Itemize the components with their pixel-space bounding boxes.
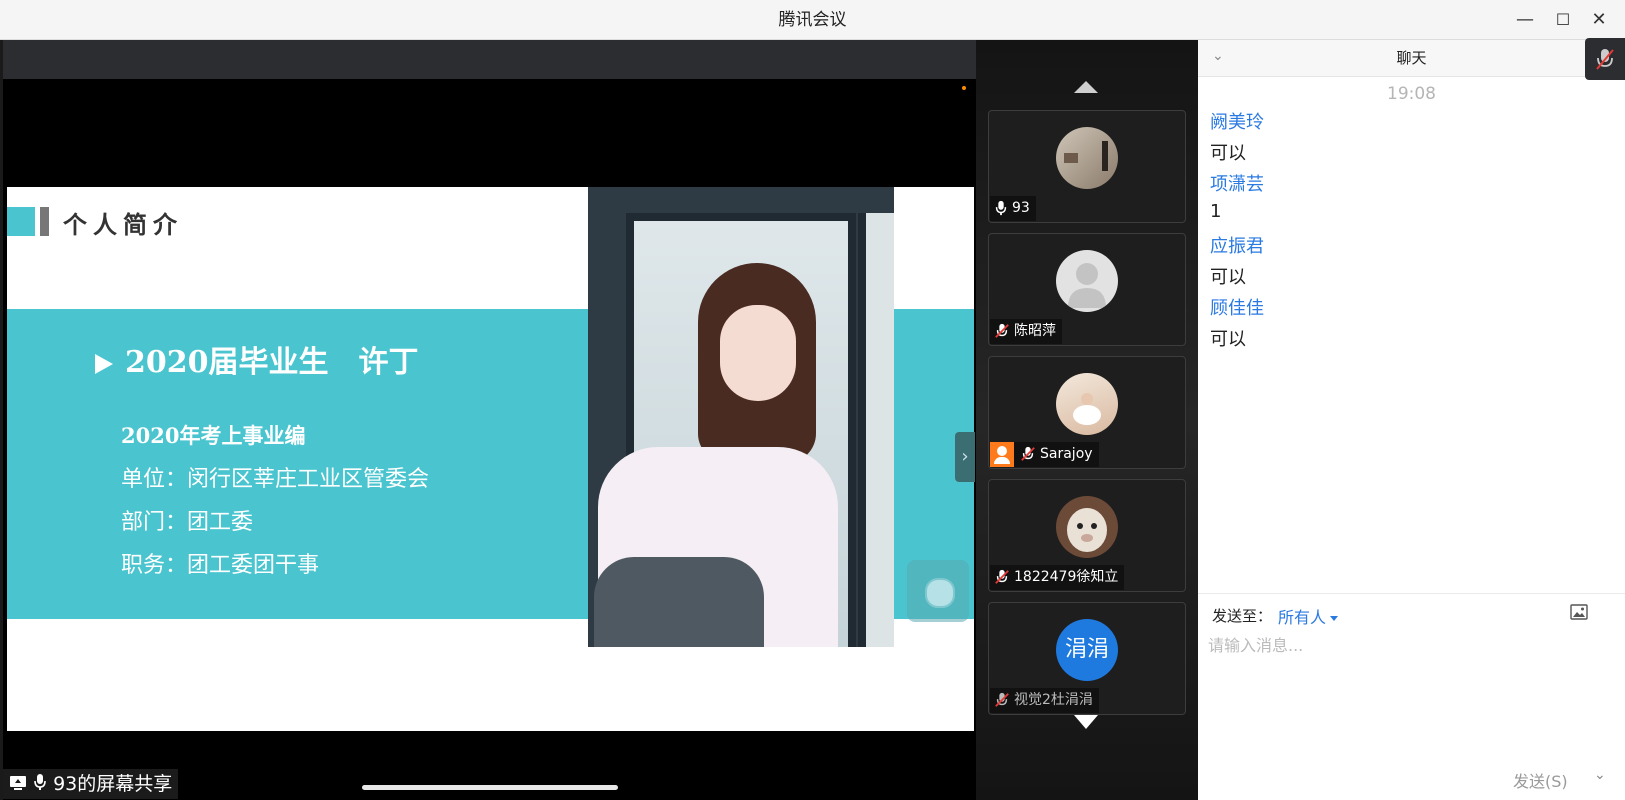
slide-line-1: 2020年考上事业编 bbox=[121, 423, 306, 448]
bullet-arrow-icon bbox=[95, 354, 113, 374]
participant-tile[interactable]: Sarajoy bbox=[988, 356, 1186, 469]
chat-sender[interactable]: 应振君 bbox=[1210, 232, 1264, 258]
slide-accent-square bbox=[7, 207, 35, 236]
slide-line-4: 职务：团工委团干事 bbox=[121, 553, 320, 578]
chat-sender[interactable]: 项潇芸 bbox=[1210, 170, 1264, 196]
chat-sender[interactable]: 阙美玲 bbox=[1210, 108, 1264, 134]
recording-indicator bbox=[962, 86, 966, 90]
chat-title: 聊天 bbox=[1396, 49, 1427, 67]
slide-line-2: 单位：闵行区莘庄工业区管委会 bbox=[121, 467, 430, 492]
title-bar: 腾讯会议 — ☐ ✕ bbox=[0, 0, 1625, 40]
minimize-button[interactable]: — bbox=[1512, 8, 1538, 32]
participant-nametag: 93 bbox=[990, 196, 1036, 221]
microphone-icon bbox=[995, 200, 1007, 216]
window-title: 腾讯会议 bbox=[778, 10, 847, 30]
slide-headline: 2020届毕业生 许丁 bbox=[95, 337, 419, 381]
maximize-button[interactable]: ☐ bbox=[1550, 8, 1576, 32]
host-badge-icon bbox=[990, 442, 1014, 467]
microphone-muted-icon bbox=[1021, 446, 1035, 461]
screen-share-icon bbox=[9, 770, 27, 800]
chat-timestamp: 19:08 bbox=[1387, 84, 1436, 104]
close-button[interactable]: ✕ bbox=[1586, 8, 1612, 32]
microphone-icon bbox=[33, 770, 47, 800]
mute-toggle-button[interactable] bbox=[1585, 38, 1625, 80]
slide-line-3: 部门：团工委 bbox=[121, 510, 254, 535]
avatar-text: 涓涓 bbox=[1056, 619, 1118, 681]
avatar: 涓涓 bbox=[1056, 619, 1118, 681]
share-source-label: 93的屏幕共享 bbox=[3, 769, 179, 800]
participant-nametag: 1822479徐知立 bbox=[990, 565, 1125, 590]
participant-tile[interactable]: 93 bbox=[988, 110, 1186, 223]
participant-tile[interactable]: 陈昭萍 bbox=[988, 233, 1186, 346]
image-icon[interactable] bbox=[1570, 604, 1588, 624]
send-to-label: 发送至： bbox=[1212, 607, 1273, 625]
floating-control-button[interactable] bbox=[907, 560, 969, 622]
horizontal-scrollbar[interactable] bbox=[362, 785, 618, 790]
participant-nametag: Sarajoy bbox=[990, 442, 1099, 467]
share-side-handle[interactable]: › bbox=[955, 432, 975, 482]
chat-header: ⌄ 聊天 bbox=[1198, 40, 1625, 77]
scroll-down-arrow-icon[interactable] bbox=[1074, 715, 1098, 729]
caret-down-icon bbox=[1330, 616, 1339, 621]
chat-panel: ⌄ 聊天 19:08 阙美玲 可以 项潇芸 1 应振君 可以 顾佳佳 可以 发送… bbox=[1198, 40, 1625, 800]
send-button[interactable]: 发送(S) bbox=[1513, 768, 1568, 792]
participant-tile[interactable]: 1822479徐知立 bbox=[988, 479, 1186, 592]
microphone-muted-icon bbox=[995, 569, 1009, 584]
chat-message: 可以 bbox=[1210, 143, 1246, 164]
chat-input-area: 发送至： 所有人 发送(S) ⌄ bbox=[1198, 593, 1625, 800]
microphone-muted-icon bbox=[995, 323, 1009, 338]
participant-nametag: 视觉2杜涓涓 bbox=[990, 688, 1099, 713]
avatar bbox=[1056, 250, 1118, 312]
chat-message: 可以 bbox=[1210, 267, 1246, 288]
send-to-dropdown[interactable]: 所有人 bbox=[1278, 604, 1339, 628]
chat-message-input[interactable] bbox=[1208, 632, 1613, 752]
chat-message: 1 bbox=[1210, 201, 1222, 222]
slide-portrait-photo bbox=[588, 187, 894, 647]
slide-accent-bar bbox=[40, 207, 49, 236]
chevron-down-icon[interactable]: ⌄ bbox=[1594, 767, 1606, 783]
microphone-muted-icon bbox=[1596, 49, 1614, 70]
participant-tile[interactable]: 涓涓 视觉2杜涓涓 bbox=[988, 602, 1186, 715]
chat-message: 可以 bbox=[1210, 329, 1246, 350]
chat-sender[interactable]: 顾佳佳 bbox=[1210, 294, 1264, 320]
scroll-up-arrow-icon[interactable] bbox=[1074, 81, 1098, 93]
participant-nametag: 陈昭萍 bbox=[990, 319, 1062, 344]
slide-title: 个人简介 bbox=[63, 211, 183, 239]
microphone-muted-icon bbox=[995, 692, 1009, 707]
avatar bbox=[1056, 127, 1118, 189]
share-top-bar bbox=[3, 40, 976, 79]
avatar bbox=[1056, 496, 1118, 558]
avatar bbox=[1056, 373, 1118, 435]
share-source-text: 93的屏幕共享 bbox=[53, 773, 173, 795]
